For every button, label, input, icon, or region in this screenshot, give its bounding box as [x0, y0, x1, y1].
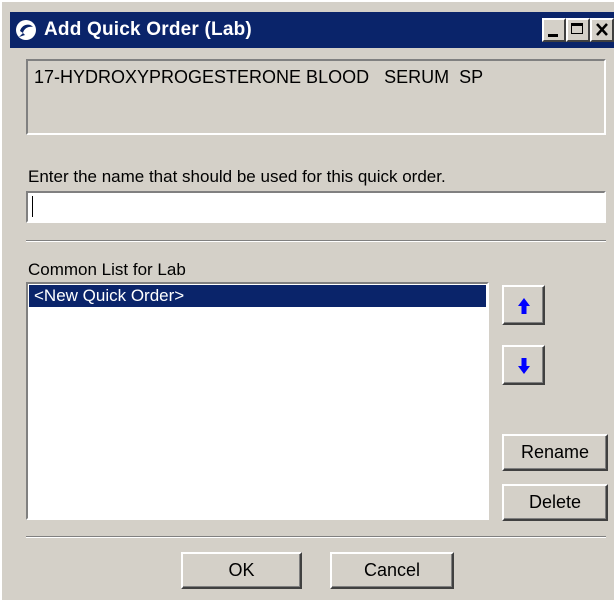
common-list-box[interactable]: <New Quick Order>	[26, 282, 489, 520]
quick-order-dialog: Add Quick Order (Lab) 17-HYDROXYPROGESTE…	[0, 0, 614, 600]
arrow-down-icon	[518, 358, 530, 374]
common-list-label: Common List for Lab	[28, 260, 186, 279]
minimize-icon	[548, 34, 558, 37]
maximize-icon	[571, 23, 583, 34]
minimize-button[interactable]	[542, 18, 566, 42]
rename-button[interactable]: Rename	[502, 434, 608, 471]
move-up-button[interactable]	[502, 285, 545, 325]
window-title: Add Quick Order (Lab)	[44, 19, 252, 40]
order-description: 17-HYDROXYPROGESTERONE BLOOD SERUM SP	[34, 67, 484, 87]
list-item-new-quick-order[interactable]: <New Quick Order>	[29, 285, 486, 307]
maximize-button[interactable]	[566, 18, 590, 42]
quick-order-name-input[interactable]	[26, 191, 606, 223]
order-description-box: 17-HYDROXYPROGESTERONE BLOOD SERUM SP	[26, 59, 606, 135]
text-caret	[32, 196, 33, 217]
move-down-button[interactable]	[502, 345, 545, 385]
app-icon	[16, 20, 36, 40]
separator	[26, 240, 606, 242]
close-button[interactable]	[590, 18, 614, 42]
separator	[26, 536, 606, 538]
cancel-button[interactable]: Cancel	[330, 552, 454, 589]
close-icon	[596, 23, 608, 36]
arrow-up-icon	[518, 298, 530, 314]
name-prompt-label: Enter the name that should be used for t…	[28, 167, 446, 186]
delete-button[interactable]: Delete	[502, 484, 608, 521]
title-bar[interactable]: Add Quick Order (Lab)	[10, 12, 614, 48]
ok-button[interactable]: OK	[181, 552, 302, 589]
